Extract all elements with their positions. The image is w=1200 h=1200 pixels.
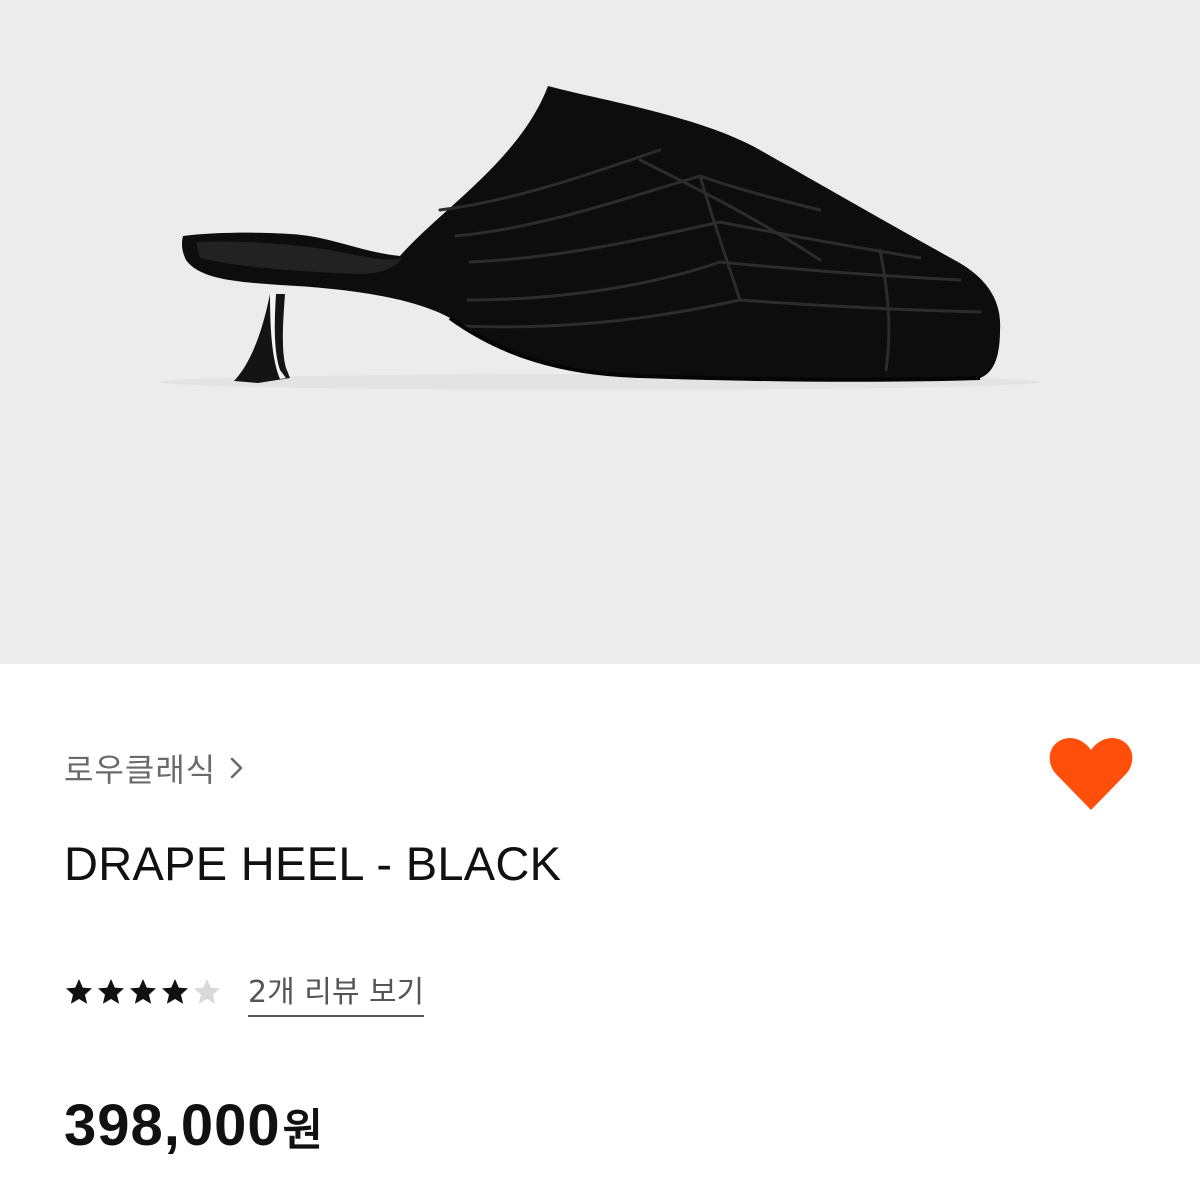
price: 398,000 원 [64,1092,323,1159]
rating-row: 2개 리뷰 보기 [64,967,425,1017]
like-button[interactable] [1048,736,1134,812]
star-rating [64,977,222,1007]
product-image[interactable] [0,0,1200,664]
star-filled-icon [66,979,92,1004]
star-filled-icon [162,979,188,1004]
star-filled-icon [130,979,156,1004]
star-filled-icon [98,979,124,1004]
chevron-right-icon [226,753,248,783]
shoe-product-image [160,86,1040,390]
brand-link[interactable]: 로우클래식 [64,742,248,794]
product-detail-page: 로우클래식 DRAPE HEEL - BLACK 2개 리뷰 보기 398,00… [0,0,1200,1200]
product-title: DRAPE HEEL - BLACK [64,837,562,890]
brand-name: 로우클래식 [64,751,217,789]
star-empty-icon [194,979,220,1004]
price-amount: 398,000 [64,1093,281,1158]
heart-icon [1049,738,1133,810]
review-link[interactable]: 2개 리뷰 보기 [248,967,425,1017]
price-unit: 원 [282,1105,324,1156]
